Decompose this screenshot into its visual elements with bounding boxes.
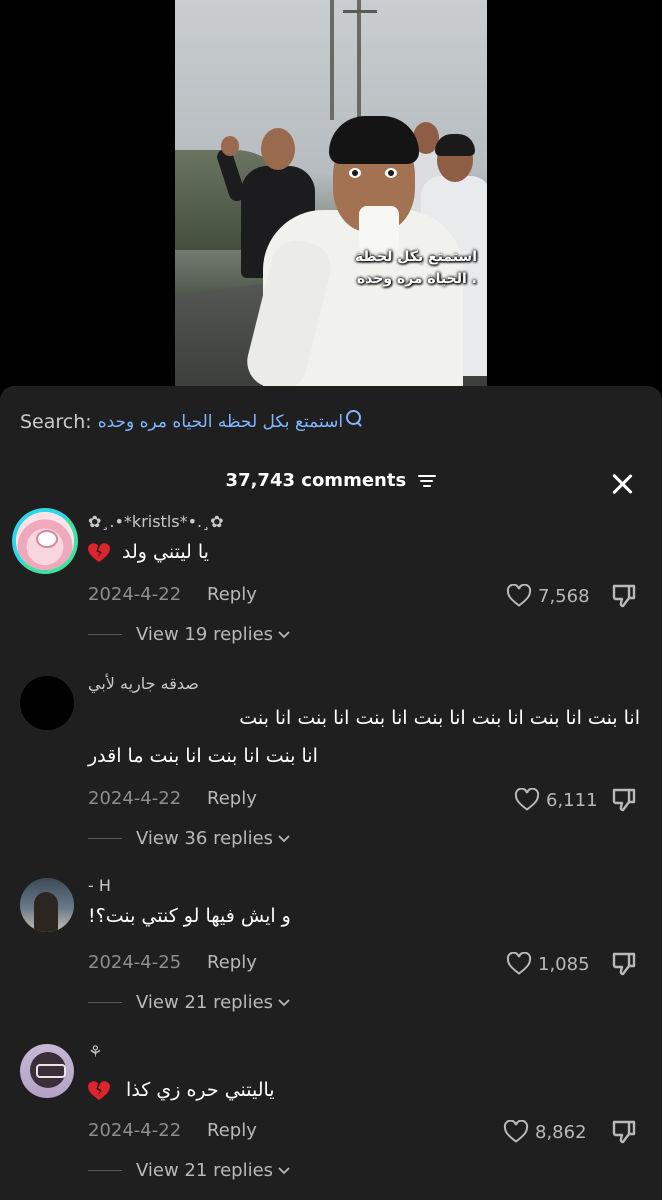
replies-divider — [88, 1170, 122, 1171]
chevron-down-icon — [278, 630, 290, 638]
sort-icon[interactable] — [418, 475, 437, 487]
like-count: 1,085 — [538, 953, 590, 975]
comments-header: 37,743 comments — [0, 470, 662, 491]
replies-divider — [88, 838, 122, 839]
avatar[interactable] — [20, 878, 74, 932]
utility-pole — [357, 0, 361, 120]
video-player[interactable]: استمتع بكل لحظة الحياة مره وحده . — [175, 0, 487, 386]
comment-date: 2024-4-25 — [88, 952, 182, 973]
comment-text-line2: انا بنت انا بنت انا بنت ما اقدر — [88, 745, 318, 767]
utility-pole — [330, 0, 334, 120]
comment-count: 37,743 comments — [225, 470, 407, 491]
comment-date: 2024-4-22 — [88, 584, 182, 605]
avatar[interactable] — [20, 1044, 74, 1098]
close-icon[interactable] — [610, 472, 634, 496]
comment-text: و ايش فيها لو كنتي بنت؟! — [88, 905, 291, 927]
reply-button[interactable]: Reply — [207, 1120, 257, 1141]
like-count: 8,862 — [535, 1121, 587, 1143]
comment-text-body: يا ليتني ولد — [122, 541, 209, 563]
search-label: Search: — [20, 411, 92, 433]
chevron-down-icon — [278, 834, 290, 842]
video-caption-line1: استمتع بكل لحظة — [354, 249, 477, 265]
comment-text: ياليتني حره زي كذا — [88, 1072, 275, 1108]
view-replies-button[interactable]: View 21 replies — [88, 1160, 290, 1181]
replies-divider — [88, 1002, 122, 1003]
broken-heart-icon — [88, 542, 110, 563]
avatar[interactable] — [20, 676, 74, 730]
like-button[interactable]: 8,862 — [503, 1120, 587, 1144]
comments-sheet: Search: استمتع بكل لحظه الحياه مره وحده … — [0, 386, 662, 1200]
view-replies-label: View 36 replies — [136, 828, 274, 849]
view-replies-label: View 19 replies — [136, 624, 274, 645]
heart-icon[interactable] — [506, 952, 532, 976]
avatar[interactable] — [12, 508, 78, 574]
video-caption: استمتع بكل لحظة الحياة مره وحده . — [355, 246, 477, 290]
search-query[interactable]: استمتع بكل لحظه الحياه مره وحده — [98, 412, 343, 432]
comment-text-body: ياليتني حره زي كذا — [126, 1079, 275, 1101]
comment-username[interactable]: صدقه جاريه لأبي — [88, 674, 199, 693]
view-replies-button[interactable]: View 19 replies — [88, 624, 290, 645]
like-count: 7,568 — [538, 585, 590, 607]
replies-divider — [88, 634, 122, 635]
dislike-icon[interactable] — [610, 950, 638, 978]
comment-date: 2024-4-22 — [88, 1120, 182, 1141]
reply-button[interactable]: Reply — [207, 952, 257, 973]
comment-username[interactable]: - H — [88, 876, 111, 895]
utility-pole-bar — [343, 10, 377, 13]
dislike-icon[interactable] — [610, 582, 638, 610]
like-button[interactable]: 1,085 — [506, 952, 590, 976]
heart-icon[interactable] — [506, 584, 532, 608]
video-caption-line2: الحياة مره وحده . — [356, 271, 477, 287]
comment-text-line1: انا بنت انا بنت انا بنت انا بنت انا بنت … — [239, 707, 640, 729]
broken-heart-icon — [88, 1080, 110, 1101]
comment-date: 2024-4-22 — [88, 788, 182, 809]
like-button[interactable]: 6,111 — [514, 788, 598, 812]
comment-username[interactable]: ⚘ — [88, 1042, 102, 1061]
view-replies-button[interactable]: View 21 replies — [88, 992, 290, 1013]
view-replies-label: View 21 replies — [136, 1160, 274, 1181]
comment-username[interactable]: ✿¸.•*kristls*•.¸✿ — [88, 512, 224, 531]
heart-icon[interactable] — [514, 788, 540, 812]
view-replies-label: View 21 replies — [136, 992, 274, 1013]
dislike-icon[interactable] — [610, 1118, 638, 1146]
view-replies-button[interactable]: View 36 replies — [88, 828, 290, 849]
comment-text: يا ليتني ولد — [88, 534, 209, 570]
like-button[interactable]: 7,568 — [506, 584, 590, 608]
search-suggestion[interactable]: Search: استمتع بكل لحظه الحياه مره وحده — [20, 409, 362, 433]
chevron-down-icon — [278, 998, 290, 1006]
dislike-icon[interactable] — [610, 786, 638, 814]
search-icon — [346, 409, 362, 425]
reply-button[interactable]: Reply — [207, 584, 257, 605]
heart-icon[interactable] — [503, 1120, 529, 1144]
reply-button[interactable]: Reply — [207, 788, 257, 809]
like-count: 6,111 — [546, 789, 598, 811]
chevron-down-icon — [278, 1166, 290, 1174]
